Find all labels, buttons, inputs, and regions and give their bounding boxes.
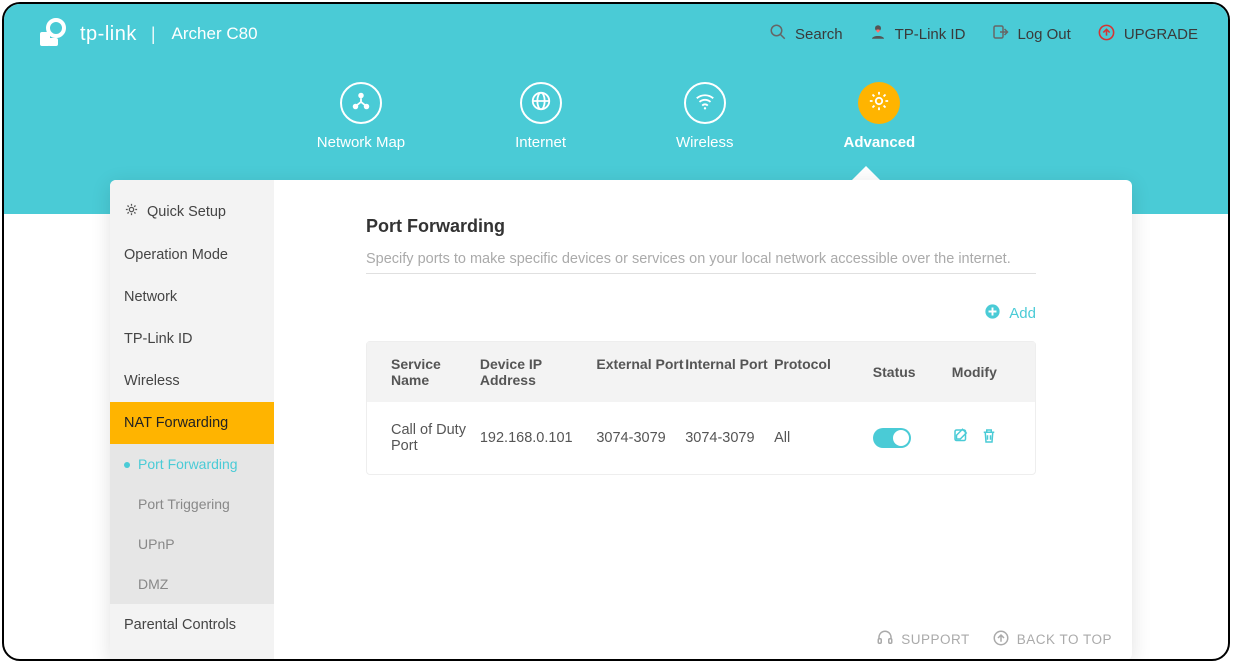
sidebar-quick-setup-label: Quick Setup bbox=[147, 204, 226, 220]
sidebar-sub-dmz[interactable]: DMZ bbox=[110, 564, 274, 604]
upgrade-icon bbox=[1097, 23, 1116, 46]
page-title: Port Forwarding bbox=[366, 216, 1084, 237]
delete-icon[interactable] bbox=[980, 427, 998, 449]
tab-advanced-label: Advanced bbox=[844, 134, 916, 151]
upgrade-button[interactable]: UPGRADE bbox=[1097, 23, 1198, 46]
tab-advanced[interactable]: Advanced bbox=[844, 82, 916, 151]
sidebar-item-wireless[interactable]: Wireless bbox=[110, 360, 274, 402]
plus-circle-icon bbox=[983, 302, 1002, 325]
table-row: Call of Duty Port 192.168.0.101 3074-307… bbox=[367, 402, 1035, 474]
logout-icon bbox=[991, 23, 1009, 45]
sidebar-item-nat-forwarding[interactable]: NAT Forwarding bbox=[110, 402, 274, 444]
sidebar-item-qos[interactable]: QoS bbox=[110, 646, 274, 660]
page-description: Specify ports to make specific devices o… bbox=[366, 251, 1084, 267]
sidebar-pt-label: Port Triggering bbox=[138, 496, 230, 512]
cell-service: Call of Duty Port bbox=[391, 422, 480, 454]
sidebar-dmz-label: DMZ bbox=[138, 576, 168, 592]
divider bbox=[366, 273, 1036, 274]
search-button[interactable]: Search bbox=[769, 23, 843, 45]
sidebar-qos-label: QoS bbox=[124, 659, 153, 660]
edit-icon[interactable] bbox=[952, 427, 970, 449]
sidebar-item-quick-setup[interactable]: Quick Setup bbox=[110, 180, 274, 234]
sidebar-upnp-label: UPnP bbox=[138, 536, 175, 552]
tplink-id-button[interactable]: TP-Link ID bbox=[869, 23, 966, 45]
back-to-top-button[interactable]: BACK TO TOP bbox=[992, 629, 1112, 650]
brand-logo-area: tp-link | Archer C80 bbox=[34, 16, 258, 52]
th-ext: External Port bbox=[596, 356, 685, 388]
search-label: Search bbox=[795, 26, 843, 43]
tab-network-map[interactable]: Network Map bbox=[317, 82, 405, 151]
tab-internet[interactable]: Internet bbox=[515, 82, 566, 151]
headset-icon bbox=[876, 629, 894, 650]
cell-ip: 192.168.0.101 bbox=[480, 430, 597, 446]
sidebar-item-network[interactable]: Network bbox=[110, 276, 274, 318]
sidebar-pf-label: Port Forwarding bbox=[138, 456, 238, 472]
brand-divider: | bbox=[151, 24, 156, 45]
th-ip: Device IP Address bbox=[480, 356, 597, 388]
cell-status bbox=[873, 428, 952, 448]
support-label: SUPPORT bbox=[901, 632, 970, 647]
sidebar: Quick Setup Operation Mode Network TP-Li… bbox=[110, 180, 274, 660]
cell-proto: All bbox=[774, 430, 873, 446]
tab-wireless[interactable]: Wireless bbox=[676, 82, 734, 151]
gear-icon bbox=[868, 90, 890, 117]
tp-link-logo-icon bbox=[34, 16, 70, 52]
status-toggle[interactable] bbox=[873, 428, 911, 448]
sidebar-network-label: Network bbox=[124, 289, 177, 305]
gear-small-icon bbox=[124, 202, 139, 221]
sidebar-nat-label: NAT Forwarding bbox=[124, 415, 228, 431]
network-map-icon bbox=[350, 90, 372, 117]
sidebar-wireless-label: Wireless bbox=[124, 373, 180, 389]
logout-label: Log Out bbox=[1017, 26, 1070, 43]
th-service: Service Name bbox=[391, 356, 480, 388]
arrow-up-circle-icon bbox=[992, 629, 1010, 650]
sidebar-tplink-id-label: TP-Link ID bbox=[124, 331, 193, 347]
back-to-top-label: BACK TO TOP bbox=[1017, 632, 1112, 647]
tab-wireless-label: Wireless bbox=[676, 134, 734, 151]
sidebar-item-tplink-id[interactable]: TP-Link ID bbox=[110, 318, 274, 360]
sidebar-item-parental-controls[interactable]: Parental Controls bbox=[110, 604, 274, 646]
sidebar-operation-mode-label: Operation Mode bbox=[124, 247, 228, 263]
add-label: Add bbox=[1009, 305, 1036, 322]
search-icon bbox=[769, 23, 787, 45]
add-button[interactable]: Add bbox=[983, 302, 1036, 325]
tplink-id-label: TP-Link ID bbox=[895, 26, 966, 43]
cell-int: 3074-3079 bbox=[685, 430, 774, 446]
support-button[interactable]: SUPPORT bbox=[876, 629, 970, 650]
sidebar-parental-label: Parental Controls bbox=[124, 617, 236, 633]
sidebar-item-operation-mode[interactable]: Operation Mode bbox=[110, 234, 274, 276]
th-int: Internal Port bbox=[685, 356, 774, 388]
wifi-icon bbox=[694, 90, 716, 117]
tab-internet-label: Internet bbox=[515, 134, 566, 151]
logout-button[interactable]: Log Out bbox=[991, 23, 1070, 45]
th-modify: Modify bbox=[952, 356, 1011, 388]
globe-icon bbox=[530, 90, 552, 117]
tab-network-map-label: Network Map bbox=[317, 134, 405, 151]
upgrade-label: UPGRADE bbox=[1124, 26, 1198, 43]
cell-ext: 3074-3079 bbox=[596, 430, 685, 446]
th-status: Status bbox=[873, 356, 952, 388]
sidebar-sub-port-forwarding[interactable]: Port Forwarding bbox=[110, 444, 274, 484]
user-heart-icon bbox=[869, 23, 887, 45]
table-header: Service Name Device IP Address External … bbox=[367, 342, 1035, 402]
cell-modify bbox=[952, 427, 1011, 449]
sidebar-sub-port-triggering[interactable]: Port Triggering bbox=[110, 484, 274, 524]
active-tab-pointer bbox=[852, 166, 880, 180]
brand-name: tp-link bbox=[80, 23, 137, 46]
brand-model: Archer C80 bbox=[172, 24, 258, 44]
port-forwarding-table: Service Name Device IP Address External … bbox=[366, 341, 1036, 475]
th-proto: Protocol bbox=[774, 356, 873, 388]
sidebar-sub-upnp[interactable]: UPnP bbox=[110, 524, 274, 564]
